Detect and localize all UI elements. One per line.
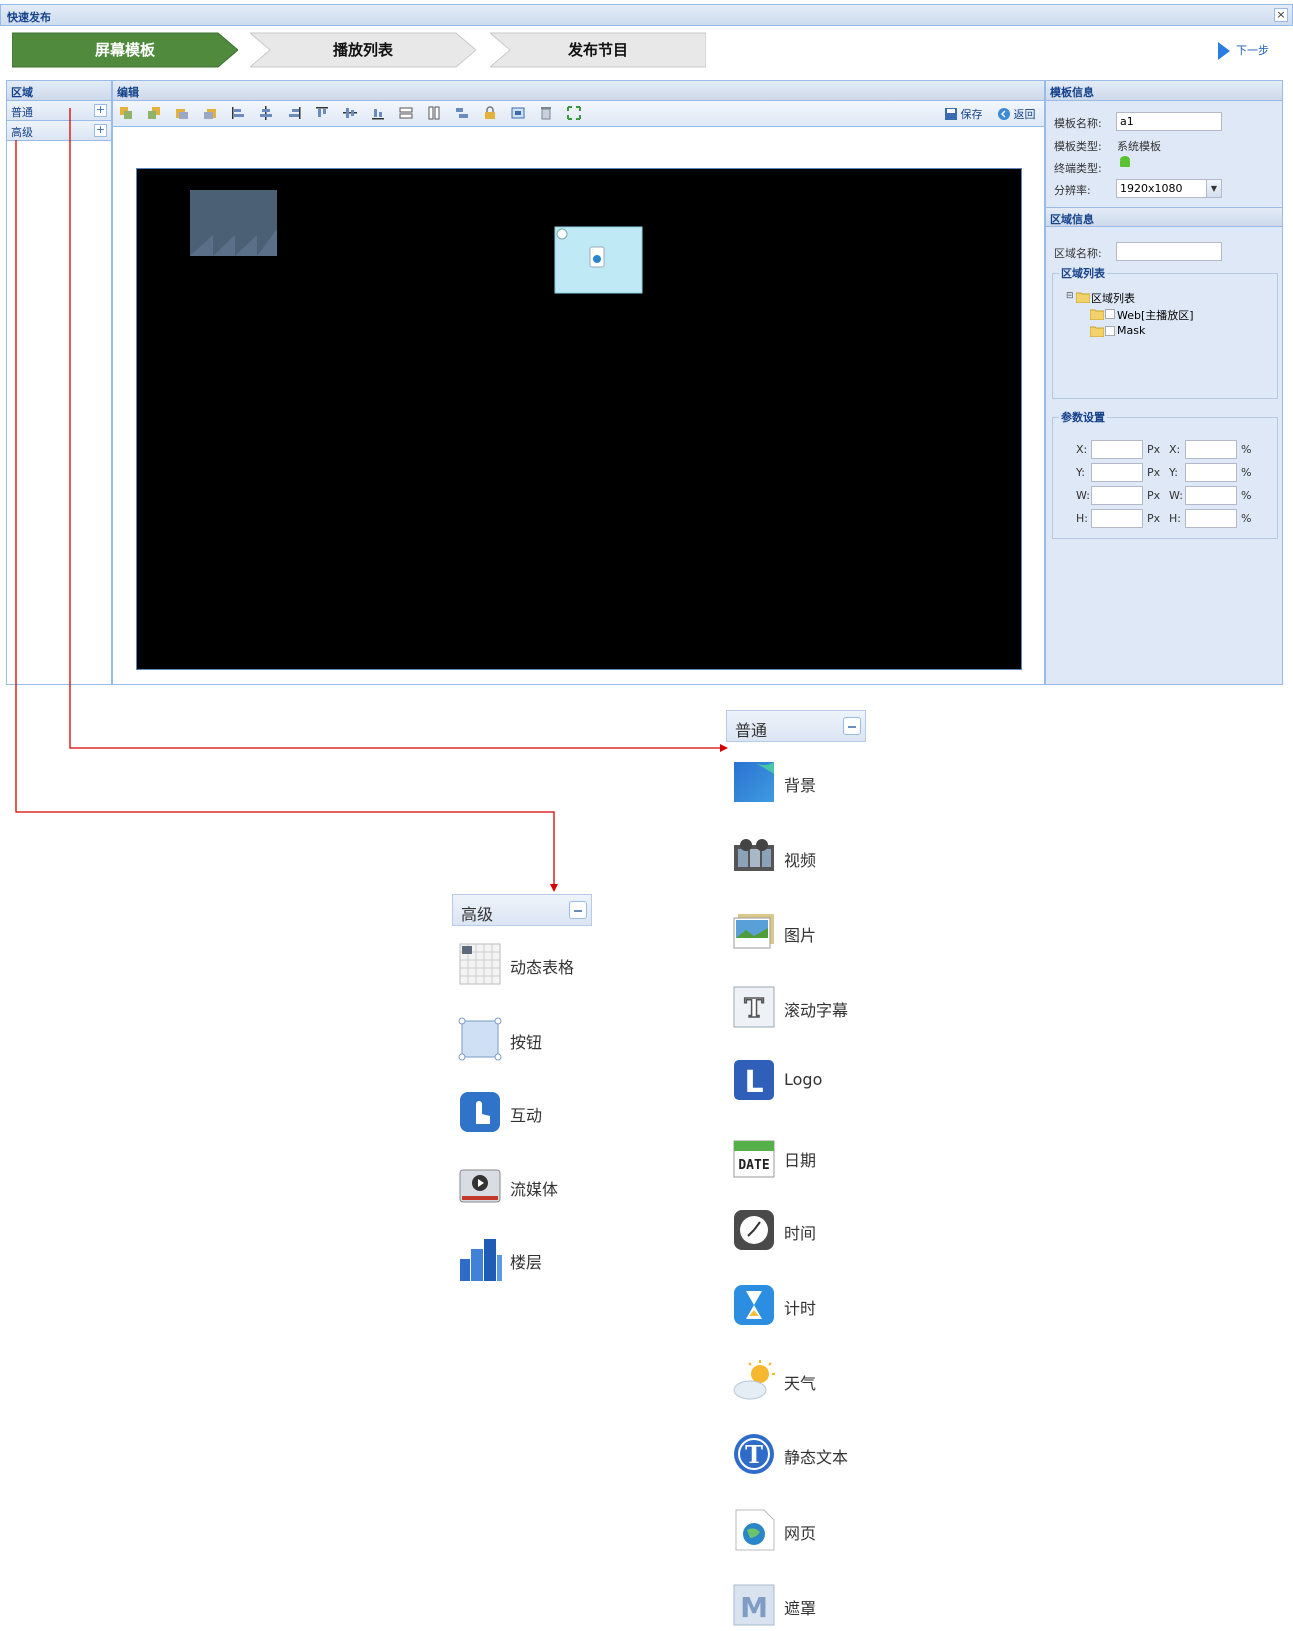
button-icon xyxy=(458,1017,502,1061)
marquee-icon: T xyxy=(733,986,775,1028)
building-icon xyxy=(460,1239,502,1281)
image-icon xyxy=(733,914,774,949)
touch-icon xyxy=(460,1092,500,1132)
clock-icon xyxy=(734,1210,774,1250)
hourglass-icon xyxy=(734,1285,774,1325)
text-icon: T xyxy=(734,1434,774,1474)
collapse-icon[interactable] xyxy=(843,717,861,735)
webpage-icon xyxy=(735,1509,775,1551)
background-icon xyxy=(734,762,774,802)
advanced-widgets-header: 高级 xyxy=(452,894,592,926)
collapse-icon[interactable] xyxy=(569,901,587,919)
mask-icon: M xyxy=(733,1584,775,1626)
weather-icon xyxy=(733,1360,775,1400)
callout-arrows xyxy=(15,108,728,892)
normal-widgets-header: 普通 xyxy=(726,710,866,742)
svg-text:L: L xyxy=(744,1065,763,1100)
svg-text:M: M xyxy=(740,1591,768,1624)
calendar-icon: DATE xyxy=(733,1140,775,1178)
logo-icon: L xyxy=(734,1060,774,1100)
svg-text:T: T xyxy=(745,1440,763,1469)
video-icon xyxy=(734,839,774,871)
svg-text:DATE: DATE xyxy=(738,1158,769,1173)
streaming-icon xyxy=(459,1169,501,1203)
table-icon xyxy=(459,943,501,985)
svg-text:T: T xyxy=(744,994,764,1024)
